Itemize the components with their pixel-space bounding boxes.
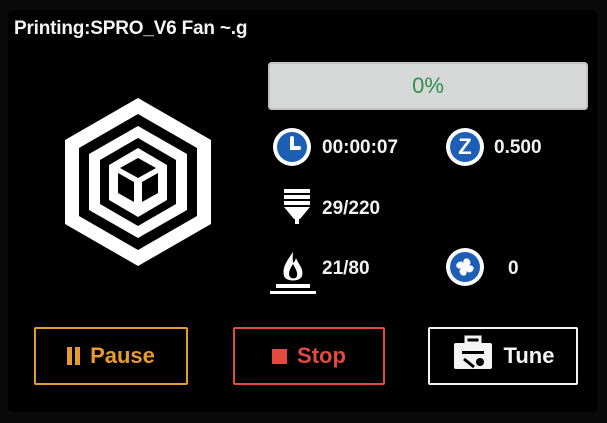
progress-bar: 0% [268, 62, 588, 110]
cube-hexagon-logo [65, 98, 211, 266]
stop-button[interactable]: Stop [233, 327, 385, 385]
pause-label: Pause [90, 343, 155, 368]
bed-temperature: 21/80 [322, 258, 370, 279]
z-axis-icon: Z [446, 128, 484, 166]
clock-icon [273, 128, 311, 166]
stop-icon [272, 348, 288, 364]
stop-label: Stop [297, 343, 346, 368]
tune-label: Tune [503, 343, 555, 368]
elapsed-time: 00:00:07 [322, 137, 399, 158]
pause-icon [67, 347, 81, 365]
toolbox-icon [452, 335, 494, 377]
fan-speed: 0 [508, 258, 519, 279]
heated-bed-icon [268, 248, 318, 298]
fan-icon [446, 248, 484, 286]
nozzle-icon [280, 187, 314, 225]
pause-button[interactable]: Pause [34, 327, 188, 385]
nozzle-temperature: 29/220 [322, 198, 381, 219]
progress-label: 0% [412, 73, 444, 98]
z-height: 0.500 [494, 137, 542, 158]
page-title: Printing:SPRO_V6 Fan ~.g [14, 18, 248, 39]
tune-button[interactable]: Tune [428, 327, 578, 385]
